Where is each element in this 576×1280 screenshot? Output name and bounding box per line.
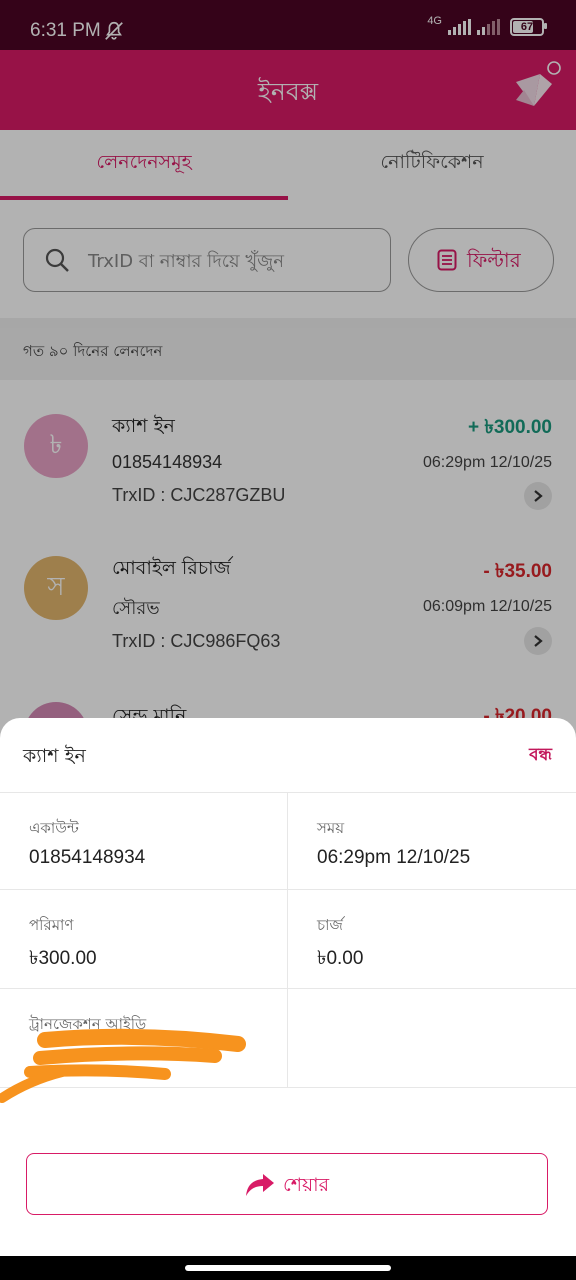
account-value: 01854148934 <box>29 847 146 868</box>
home-gesture-handle[interactable] <box>185 1265 391 1271</box>
time-cell: সময় 06:29pm 12/10/25 <box>288 792 576 889</box>
account-cell: একাউন্ট 01854148934 <box>0 792 288 889</box>
system-nav-bar <box>0 1256 576 1280</box>
empty-cell <box>288 988 576 1088</box>
charge-value: ৳0.00 <box>317 948 364 969</box>
sheet-title: ক্যাশ ইন <box>23 745 86 767</box>
share-button[interactable]: শেয়ার <box>26 1153 548 1215</box>
time-value: 06:29pm 12/10/25 <box>317 847 471 868</box>
close-button[interactable]: বন্ধ <box>529 742 552 770</box>
redaction-scribble <box>0 1028 246 1103</box>
account-label: একাউন্ট <box>29 819 79 837</box>
amount-cell: পরিমাণ ৳300.00 <box>0 889 288 988</box>
share-label: শেয়ার <box>283 1174 330 1196</box>
amount-value: ৳300.00 <box>29 948 97 969</box>
charge-cell: চার্জ ৳0.00 <box>288 889 576 988</box>
amount-label: পরিমাণ <box>29 916 74 934</box>
time-label: সময় <box>317 819 345 837</box>
charge-label: চার্জ <box>317 916 343 934</box>
share-icon <box>246 1174 274 1196</box>
